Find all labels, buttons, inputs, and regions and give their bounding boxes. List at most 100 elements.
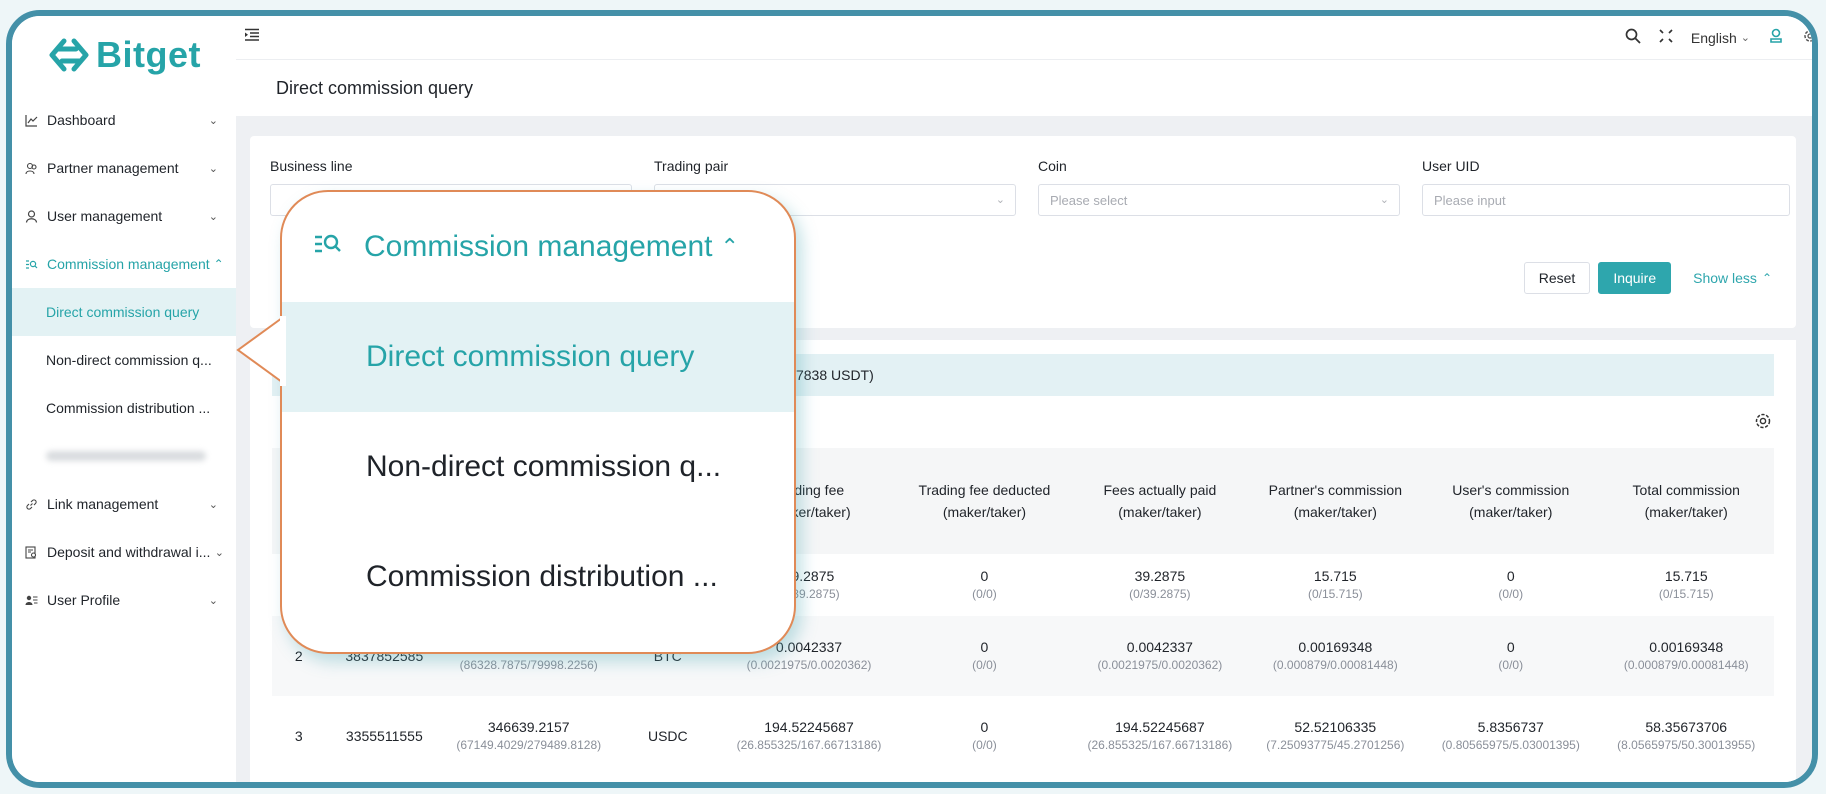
cell-value: 0 [980,719,989,735]
chevron-down-icon: ⌄ [208,211,218,223]
bitget-logo[interactable]: Bitget [48,34,201,76]
sidebar-subitem-commission-distribution[interactable]: Commission distribution ... [12,384,236,432]
profile-list-icon [24,593,38,607]
redacted-label [46,451,206,461]
column-settings-icon[interactable] [1754,412,1772,430]
sidebar-item-commission-management[interactable]: Commission management ⌃ [12,240,236,288]
chevron-up-icon: ⌃ [720,234,739,259]
cell-subvalue: (8.0565975/50.30013955) [1617,738,1756,752]
chevron-down-icon: ⌄ [208,499,218,511]
cell-deducted: 0 (0/0) [897,696,1072,776]
callout-header[interactable]: Commission management ⌃ [282,192,794,302]
header-line: Fees actually paid [1103,482,1217,498]
cell-subvalue: (7.25093775/45.2701256) [1266,738,1405,752]
sidebar-item-label: User management [47,208,163,224]
user-uid-label: User UID [1422,158,1480,174]
sidebar-item-label: Deposit and withdrawal i... [47,544,211,560]
user-account-icon[interactable] [1768,28,1784,47]
sidebar-item-label: Dashboard [47,112,116,128]
chevron-down-icon: ⌄ [1740,32,1750,44]
sidebar-item-deposit-withdrawal[interactable]: Deposit and withdrawal i... ⌄ [12,528,236,576]
sidebar-nav: Dashboard ⌄ Partner management ⌄ User ma… [12,96,236,624]
callout-item-direct-commission-query[interactable]: Direct commission query [282,302,794,412]
cell-subvalue: (0.000879/0.00081448) [1623,658,1749,672]
sidebar-item-user-profile[interactable]: User Profile ⌄ [12,576,236,624]
inquire-button[interactable]: Inquire [1598,262,1672,294]
settings-icon[interactable] [1802,28,1812,47]
cell-paid: 39.2875 (0/39.2875) [1072,554,1247,616]
cell-paid: 194.52245687 (26.855325/167.66713186) [1072,696,1247,776]
app-window: Bitget Dashboard ⌄ Partner management ⌄ [6,10,1818,788]
magnified-menu-callout: Commission management ⌃ Direct commissio… [280,190,796,654]
fullscreen-icon[interactable] [1659,29,1673,46]
show-less-button[interactable]: Show less ⌃ [1679,262,1786,294]
cell-user: 0 (0/0) [1423,616,1598,696]
cell-subvalue: (0/0) [972,587,997,601]
sidebar-subitem-redacted[interactable] [12,432,236,480]
header-line: (maker/taker) [942,504,1027,520]
callout-item-commission-distribution[interactable]: Commission distribution ... [282,522,794,632]
filter-actions: Reset Inquire Show less ⌃ [1523,262,1786,294]
callout-item-label: Commission distribution ... [366,560,718,593]
header-line: User's commission [1452,482,1570,498]
document-search-icon [24,545,38,559]
cell-subvalue: (0.0021975/0.0020362) [1097,658,1223,672]
cell-value: 194.52245687 [1115,719,1205,735]
search-icon[interactable] [1625,28,1641,47]
chevron-up-icon: ⌃ [1761,271,1772,285]
cell-total: 0.00169348 (0.000879/0.00081448) [1598,616,1774,696]
cell-value: 15.715 [1664,568,1708,584]
chevron-down-icon: ⌄ [995,194,1005,206]
user-uid-input[interactable]: Please input [1422,184,1790,216]
sidebar-item-user-management[interactable]: User management ⌄ [12,192,236,240]
cell-user: 0 (0/0) [1423,554,1598,616]
sidebar-item-partner-management[interactable]: Partner management ⌄ [12,144,236,192]
cell-subvalue: (26.855325/167.66713186) [1087,738,1233,752]
cell-coin: USDC [614,696,721,776]
cell-volume: 346639.2157 (67149.4029/279489.8128) [443,696,614,776]
col-header-total-commission: Total commission (maker/taker) [1598,448,1774,554]
cell-value: 3 [294,728,303,744]
chevron-down-icon: ⌄ [208,163,218,175]
cell-value: 52.52106335 [1294,719,1377,735]
cell-subvalue: (0.80565975/5.03001395) [1441,738,1580,752]
sidebar-item-dashboard[interactable]: Dashboard ⌄ [12,96,236,144]
sidebar-item-label: Partner management [47,160,179,176]
cell-value: 0.00169348 [1298,639,1373,655]
sidebar-subitem-label: Non-direct commission q... [46,352,212,368]
coin-select[interactable]: Please select ⌄ [1038,184,1400,216]
link-icon [24,497,38,511]
sidebar-item-label: User Profile [47,592,121,608]
callout-item-label: Non-direct commission q... [366,450,722,483]
col-header-fees-actually-paid: Fees actually paid (maker/taker) [1072,448,1248,554]
cell-value: 346639.2157 [487,719,570,735]
collapse-menu-icon[interactable] [244,28,260,42]
chart-line-icon [24,113,38,127]
chevron-down-icon: ⌄ [208,595,218,607]
col-header-partner-commission: Partner's commission (maker/taker) [1247,448,1424,554]
language-selector[interactable]: English ⌄ [1691,30,1750,46]
users-icon [24,161,38,175]
callout-item-non-direct-commission-query[interactable]: Non-direct commission q... [282,412,794,522]
cell-value: 0.00169348 [1649,639,1724,655]
header-line: (maker/taker) [1293,504,1377,520]
cell-subvalue: (0/15.715) [1307,587,1363,601]
reset-button[interactable]: Reset [1523,262,1591,294]
cell-value: 0 [980,568,989,584]
cell-partner: 52.52106335 (7.25093775/45.2701256) [1248,696,1423,776]
header-line: (maker/taker) [1644,504,1728,520]
sidebar-subitem-non-direct-commission-query[interactable]: Non-direct commission q... [12,336,236,384]
topbar: English ⌄ [236,16,1812,60]
col-header-user-commission: User's commission (maker/taker) [1423,448,1599,554]
table-row: 3 3355511555 346639.2157 (67149.4029/279489… [272,696,1774,776]
cell-value: 0.0042337 [775,639,843,655]
language-label: English [1690,29,1737,46]
cell-deducted: 0 (0/0) [897,554,1072,616]
cell-uid: 3355511555 [325,696,443,776]
sidebar-item-link-management[interactable]: Link management ⌄ [12,480,236,528]
sidebar-subitem-direct-commission-query[interactable]: Direct commission query [12,288,236,336]
cell-paid: 0.0042337 (0.0021975/0.0020362) [1072,616,1247,696]
header-line: Trading fee deducted [918,482,1051,498]
coin-placeholder: Please select [1050,192,1128,208]
cell-no: 3 [272,696,325,776]
